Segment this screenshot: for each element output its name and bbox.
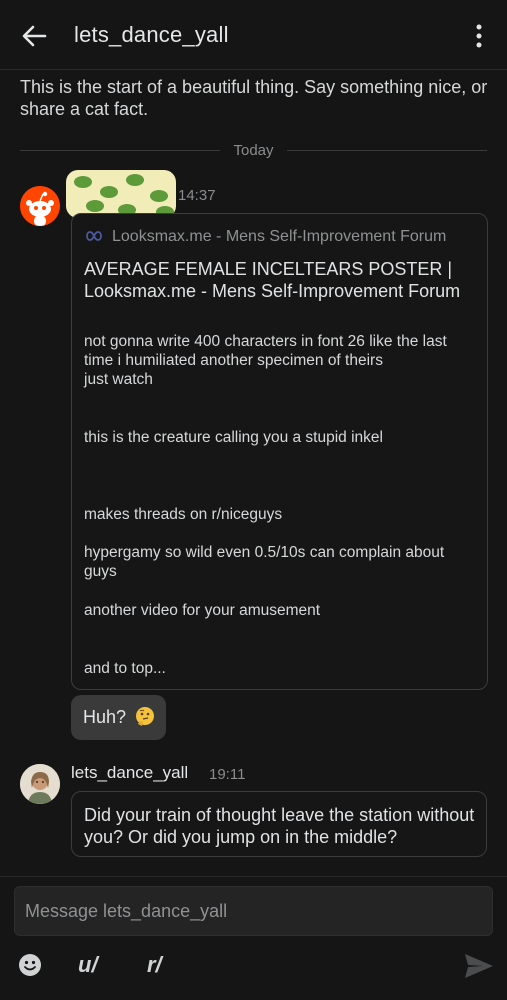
- message-text: Did your train of thought leave the stat…: [84, 805, 475, 847]
- thinking-face-emoji: [136, 707, 154, 726]
- snoo-icon: [20, 186, 60, 226]
- link-preview-paragraph: just watch: [84, 371, 153, 388]
- message-input[interactable]: [14, 886, 493, 936]
- date-divider: Today: [20, 140, 487, 160]
- link-preview-paragraph: not gonna write 400 characters in font 2…: [84, 333, 447, 369]
- link-preview-paragraph: this is the creature calling you a stupi…: [84, 429, 383, 446]
- link-preview-site: Looksmax.me - Mens Self-Improvement Foru…: [112, 228, 447, 245]
- link-preview-paragraph: makes threads on r/niceguys: [84, 506, 283, 523]
- link-preview-headline[interactable]: AVERAGE FEMALE INCELTEARS POSTER | Looks…: [84, 258, 479, 302]
- link-preview-paragraph: hypergamy so wild even 0.5/10s can compl…: [84, 544, 445, 580]
- back-arrow-icon[interactable]: [20, 22, 48, 50]
- message-bubble[interactable]: Huh?: [71, 695, 166, 740]
- chat-header: lets_dance_yall: [0, 0, 507, 70]
- sender-name-redacted: [66, 170, 176, 218]
- sender-avatar-photo[interactable]: [20, 764, 60, 804]
- link-preview-paragraph: and to top...: [84, 660, 166, 677]
- sender-username[interactable]: lets_dance_yall: [71, 763, 188, 783]
- chat-title: lets_dance_yall: [74, 22, 229, 47]
- send-icon[interactable]: [463, 952, 495, 980]
- chat-intro-text: This is the start of a beautiful thing. …: [20, 77, 488, 119]
- sender-avatar-snoo[interactable]: [20, 186, 60, 226]
- emoji-face-icon[interactable]: [17, 950, 43, 980]
- message-timestamp: 19:11: [209, 766, 246, 783]
- more-vertical-icon[interactable]: [469, 22, 489, 50]
- link-preview-paragraph: another video for your amusement: [84, 602, 321, 619]
- message-bubble[interactable]: Did your train of thought leave the stat…: [71, 791, 487, 857]
- link-chain-icon: [86, 231, 102, 241]
- message-text: Huh?: [83, 707, 127, 727]
- insert-user-button[interactable]: u/: [78, 952, 98, 982]
- message-timestamp: 14:37: [178, 187, 216, 204]
- composer-divider: [0, 876, 507, 877]
- chat-screen: lets_dance_yall This is the start of a b…: [0, 0, 507, 1000]
- insert-subreddit-button[interactable]: r/: [147, 952, 162, 982]
- divider-line-right: [287, 150, 487, 151]
- link-preview-card[interactable]: Looksmax.me - Mens Self-Improvement Foru…: [71, 213, 488, 690]
- user-photo-icon: [20, 764, 60, 804]
